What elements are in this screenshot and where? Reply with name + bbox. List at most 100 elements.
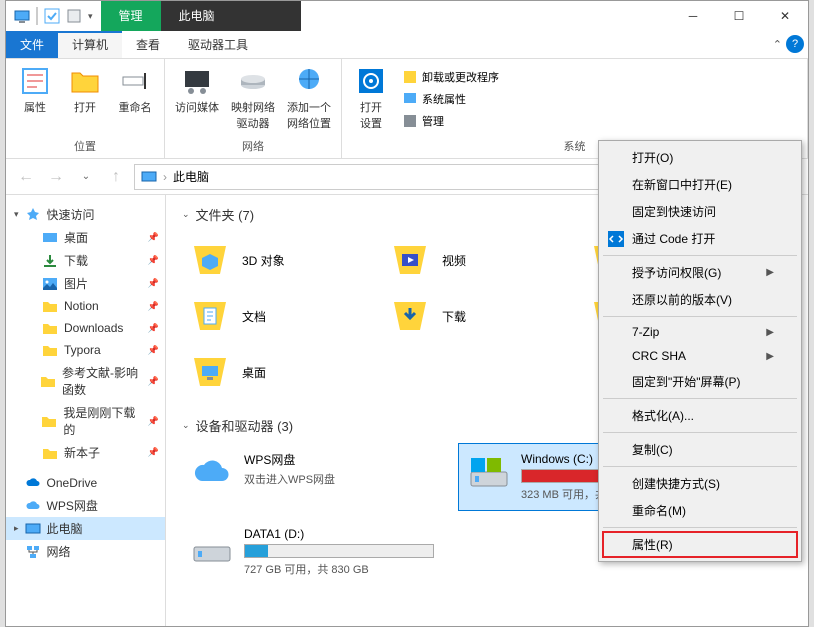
- rename-button[interactable]: 重命名: [114, 63, 156, 136]
- folder-item[interactable]: 桌面: [182, 344, 382, 400]
- context-menu-item[interactable]: CRC SHA▶: [602, 344, 798, 368]
- context-menu-item[interactable]: 还原以前的版本(V): [602, 286, 798, 313]
- divider-icon: [36, 7, 38, 25]
- file-menu[interactable]: 文件: [6, 31, 58, 58]
- pc-icon: [141, 169, 157, 185]
- context-menu-item[interactable]: 格式化(A)...: [602, 402, 798, 429]
- network-icon: [25, 544, 41, 560]
- ribbon-collapse[interactable]: ⌃: [773, 38, 782, 51]
- recent-dropdown[interactable]: ⌄: [74, 165, 98, 189]
- sidebar-item[interactable]: Downloads📌: [6, 317, 165, 339]
- open-label: 打开: [74, 99, 96, 115]
- access-media-button[interactable]: 访问媒体: [173, 63, 221, 136]
- sidebar-item[interactable]: Typora📌: [6, 339, 165, 361]
- menu-separator: [603, 398, 797, 399]
- rename-label: 重命名: [119, 99, 152, 115]
- qat-dropdown[interactable]: ▾: [88, 11, 93, 22]
- forward-button[interactable]: →: [44, 165, 68, 189]
- context-menu: 打开(O)在新窗口中打开(E)固定到快速访问通过 Code 打开授予访问权限(G…: [598, 140, 802, 562]
- menu-bar: 文件 计算机 查看 驱动器工具 ⌃ ?: [6, 31, 808, 59]
- netloc-label: 添加一个 网络位置: [287, 99, 331, 131]
- folder-icon: [42, 320, 58, 336]
- folder-icon: [388, 294, 432, 338]
- map-drive-button[interactable]: 映射网络 驱动器: [229, 63, 277, 136]
- context-menu-item[interactable]: 7-Zip▶: [602, 320, 798, 344]
- context-menu-item[interactable]: 在新窗口中打开(E): [602, 171, 798, 198]
- folder-icon: [42, 276, 58, 292]
- netdrive-icon: [237, 65, 269, 97]
- sidebar-item[interactable]: Notion📌: [6, 295, 165, 317]
- sidebar-network[interactable]: ▸网络: [6, 540, 165, 563]
- sidebar-wps[interactable]: ▸WPS网盘: [6, 494, 165, 517]
- folder-item[interactable]: 视频: [382, 232, 582, 288]
- sidebar-item[interactable]: 图片📌: [6, 272, 165, 295]
- help-icon[interactable]: ?: [786, 35, 804, 53]
- code-icon: [608, 231, 624, 247]
- sidebar-item[interactable]: 新本子📌: [6, 441, 165, 464]
- properties-icon: [19, 65, 51, 97]
- folder-icon: [42, 253, 58, 269]
- context-menu-item[interactable]: 打开(O): [602, 144, 798, 171]
- properties-button[interactable]: 属性: [14, 63, 56, 136]
- ribbon-group-network: 访问媒体 映射网络 驱动器 添加一个 网络位置 网络: [165, 59, 342, 158]
- sidebar-thispc[interactable]: ▸此电脑: [6, 517, 165, 540]
- open-settings-button[interactable]: 打开 设置: [350, 63, 392, 136]
- settings-label: 打开 设置: [360, 99, 382, 131]
- context-menu-item[interactable]: 固定到快速访问: [602, 198, 798, 225]
- back-button[interactable]: ←: [14, 165, 38, 189]
- properties-label: 属性: [24, 99, 46, 115]
- minimize-button[interactable]: ─: [670, 1, 716, 31]
- maximize-button[interactable]: ☐: [716, 1, 762, 31]
- netloc-icon: [293, 65, 325, 97]
- folder-icon: [42, 230, 58, 246]
- close-button[interactable]: ✕: [762, 1, 808, 31]
- sidebar-quick-access[interactable]: ▾快速访问: [6, 203, 165, 226]
- window-controls: ─ ☐ ✕: [670, 1, 808, 31]
- add-netloc-button[interactable]: 添加一个 网络位置: [285, 63, 333, 136]
- computer-tab[interactable]: 计算机: [58, 31, 122, 58]
- folder-item[interactable]: 3D 对象: [182, 232, 382, 288]
- context-menu-item[interactable]: 复制(C): [602, 436, 798, 463]
- uninstall-button[interactable]: 卸载或更改程序: [400, 67, 501, 87]
- drive-item[interactable]: WPS网盘双击进入WPS网盘: [182, 443, 442, 511]
- netdrive-label: 映射网络 驱动器: [231, 99, 275, 131]
- folder-icon: [188, 238, 232, 282]
- rename-icon: [119, 65, 151, 97]
- drive-icon: [190, 451, 234, 495]
- context-menu-item[interactable]: 固定到"开始"屏幕(P): [602, 368, 798, 395]
- up-button[interactable]: ↑: [104, 165, 128, 189]
- title-tab-group: 管理 此电脑: [101, 1, 301, 31]
- context-menu-item[interactable]: 创建快捷方式(S): [602, 470, 798, 497]
- folder-item[interactable]: 文档: [182, 288, 382, 344]
- uninstall-icon: [402, 69, 418, 85]
- drive-tools-tab[interactable]: 驱动器工具: [174, 31, 262, 58]
- context-menu-item[interactable]: 授予访问权限(G)▶: [602, 259, 798, 286]
- sidebar-onedrive[interactable]: ▸OneDrive: [6, 472, 165, 494]
- quick-access-toolbar: ▾: [6, 1, 101, 31]
- open-button[interactable]: 打开: [64, 63, 106, 136]
- context-menu-item[interactable]: 重命名(M): [602, 497, 798, 524]
- drive-item[interactable]: DATA1 (D:)727 GB 可用，共 830 GB: [182, 519, 442, 585]
- sysprops-icon: [402, 91, 418, 107]
- folder-icon: [42, 298, 58, 314]
- view-tab[interactable]: 查看: [122, 31, 174, 58]
- group-label: 位置: [14, 136, 156, 154]
- sidebar-item[interactable]: 我是刚刚下载的📌: [6, 401, 165, 441]
- navigation-pane: ▾快速访问 桌面📌下载📌图片📌Notion📌Downloads📌Typora📌参…: [6, 195, 166, 626]
- folder-icon: [42, 342, 58, 358]
- folder-item[interactable]: 下载: [382, 288, 582, 344]
- properties-qat-icon[interactable]: [66, 8, 82, 24]
- folder-icon: [42, 445, 58, 461]
- manage-button[interactable]: 管理: [400, 111, 501, 131]
- sidebar-item[interactable]: 下载📌: [6, 249, 165, 272]
- context-menu-item[interactable]: 通过 Code 打开: [602, 225, 798, 252]
- sidebar-item[interactable]: 桌面📌: [6, 226, 165, 249]
- sidebar-item[interactable]: 参考文献-影响函数📌: [6, 361, 165, 401]
- context-menu-item[interactable]: 属性(R): [602, 531, 798, 558]
- sysprops-button[interactable]: 系统属性: [400, 89, 501, 109]
- manage-tab[interactable]: 管理: [101, 1, 161, 31]
- title-text: 此电脑: [161, 1, 301, 31]
- ribbon-group-location: 属性 打开 重命名 位置: [6, 59, 165, 158]
- star-icon: [25, 207, 41, 223]
- checkbox-icon[interactable]: [44, 8, 60, 24]
